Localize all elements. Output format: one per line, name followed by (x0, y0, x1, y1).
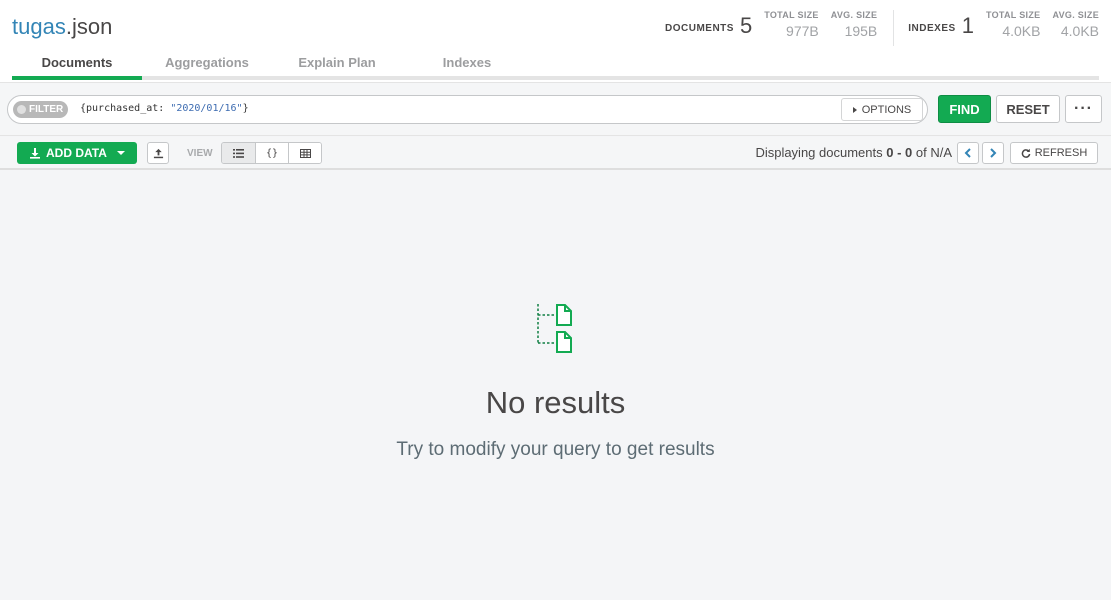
chevron-left-icon (964, 148, 971, 158)
collection-stats: DOCUMENTS 5 TOTAL SIZE 977B AVG. SIZE 19… (665, 10, 1099, 46)
display-range: 0 - 0 (886, 145, 913, 160)
documents-icon (537, 304, 572, 353)
documents-count: 5 (739, 13, 753, 38)
chevron-down-icon (116, 151, 125, 155)
query-bar: FILTER {purchased_at: "2020/01/16"} OPTI… (0, 82, 1111, 136)
reset-button[interactable]: RESET (996, 95, 1060, 123)
indexes-avg-size-label: AVG. SIZE (1052, 10, 1099, 20)
stats-divider (893, 10, 895, 46)
documents-avg-size: 195B (844, 23, 878, 39)
list-icon (233, 148, 244, 158)
find-button[interactable]: FIND (938, 95, 991, 123)
previous-page-button[interactable] (957, 142, 979, 164)
caret-right-icon (852, 106, 857, 113)
documents-toolbar: ADD DATA VIEW {} Displaying documents 0 … (0, 137, 1111, 170)
indexes-avg-size: 4.0KB (1060, 23, 1099, 39)
display-suffix: of N/A (912, 145, 952, 160)
export-button[interactable] (147, 142, 169, 164)
chevron-right-icon (990, 148, 997, 158)
table-view-button[interactable] (288, 143, 321, 163)
add-data-button[interactable]: ADD DATA (17, 142, 137, 164)
filter-query-value: "2020/01/16" (170, 103, 243, 114)
upload-icon (153, 148, 163, 158)
document-range-text: Displaying documents 0 - 0 of N/A (755, 145, 952, 160)
tab-documents[interactable]: Documents (12, 52, 142, 80)
indexes-count-stat: INDEXES 1 (908, 13, 974, 38)
database-name-link[interactable]: tugas (12, 14, 66, 39)
documents-avg-size-stat: AVG. SIZE 195B (831, 10, 878, 39)
indexes-total-size: 4.0KB (1002, 23, 1041, 39)
tab-aggregations[interactable]: Aggregations (142, 52, 272, 76)
indexes-label: INDEXES (908, 23, 956, 34)
view-label: VIEW (187, 148, 213, 159)
filter-query-text[interactable]: {purchased_at: "2020/01/16"} (80, 103, 249, 114)
empty-state-title: No results (485, 385, 626, 420)
filter-label: FILTER (29, 104, 64, 115)
more-options-button[interactable]: ··· (1065, 95, 1102, 123)
add-data-label: ADD DATA (46, 146, 107, 160)
collection-tabs: Documents Aggregations Explain Plan Inde… (12, 52, 1099, 80)
filter-query-suffix: } (242, 103, 249, 114)
filter-info-icon (17, 105, 26, 114)
braces-icon: {} (265, 147, 279, 159)
indexes-total-size-stat: TOTAL SIZE 4.0KB (986, 10, 1041, 39)
options-button[interactable]: OPTIONS (841, 98, 923, 121)
documents-count-stat: DOCUMENTS 5 (665, 13, 753, 38)
download-icon (30, 148, 40, 159)
refresh-label: REFRESH (1034, 147, 1088, 159)
documents-label: DOCUMENTS (665, 23, 734, 34)
next-page-button[interactable] (982, 142, 1004, 164)
documents-avg-size-label: AVG. SIZE (830, 10, 878, 20)
filter-label-pill: FILTER (13, 101, 69, 118)
table-icon (299, 148, 311, 158)
documents-total-size-stat: TOTAL SIZE 977B (764, 10, 819, 39)
filter-query-prefix: {purchased_at: (80, 103, 171, 114)
tab-explain-plan[interactable]: Explain Plan (272, 52, 402, 76)
refresh-button[interactable]: REFRESH (1010, 142, 1098, 164)
tab-indexes[interactable]: Indexes (402, 52, 532, 76)
documents-total-size-label: TOTAL SIZE (764, 10, 819, 20)
view-toggle-group: {} (221, 142, 322, 164)
json-view-button[interactable]: {} (255, 143, 288, 163)
empty-state: No results Try to modify your query to g… (0, 172, 1111, 600)
list-view-button[interactable] (222, 143, 255, 163)
options-label: OPTIONS (861, 103, 912, 116)
indexes-avg-size-stat: AVG. SIZE 4.0KB (1052, 10, 1099, 39)
collection-header: tugas.json DOCUMENTS 5 TOTAL SIZE 977B A… (0, 0, 1111, 82)
filter-input[interactable]: FILTER {purchased_at: "2020/01/16"} OPTI… (7, 95, 928, 124)
indexes-total-size-label: TOTAL SIZE (985, 10, 1041, 20)
indexes-count: 1 (961, 13, 974, 38)
collection-name: .json (65, 14, 113, 39)
display-prefix: Displaying documents (755, 145, 887, 160)
collection-title: tugas.json (12, 14, 112, 40)
documents-total-size: 977B (786, 23, 819, 39)
empty-state-subtitle: Try to modify your query to get results (396, 439, 715, 460)
refresh-icon (1021, 148, 1031, 158)
